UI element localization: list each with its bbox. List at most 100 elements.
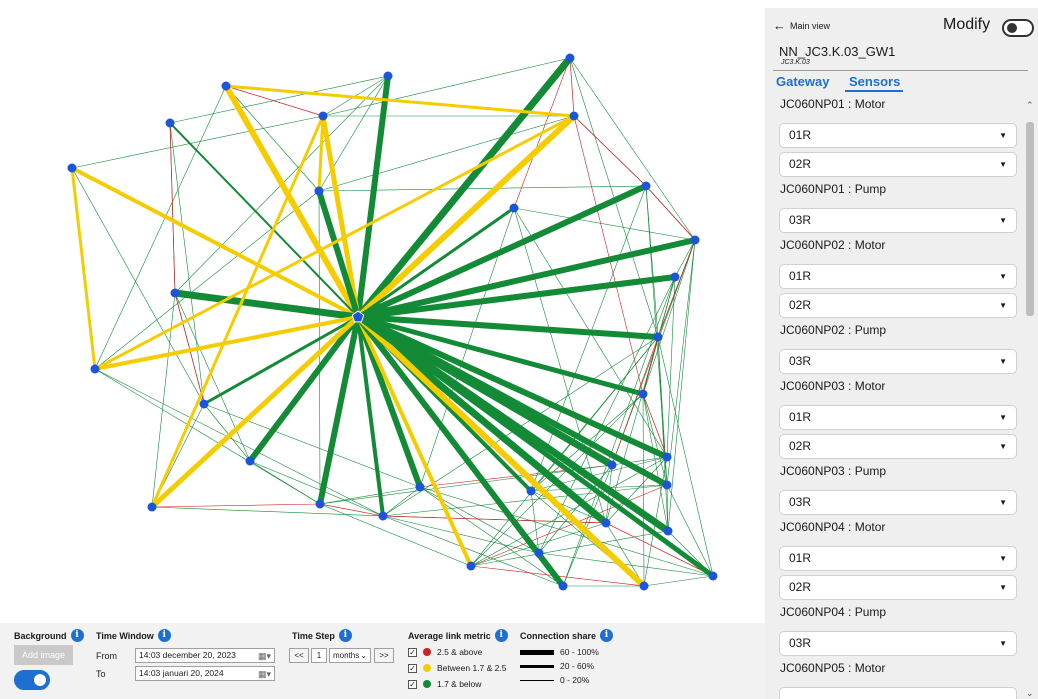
from-date-picker[interactable]: 14:03 december 20, 2023 ▦▾ (135, 648, 275, 663)
sensor-dropdown[interactable]: 03R ▼ (779, 490, 1017, 515)
sensor-node[interactable] (526, 486, 536, 496)
graph-link[interactable] (666, 484, 714, 577)
graph-link[interactable] (94, 315, 359, 371)
calendar-icon[interactable]: ▦▾ (258, 650, 272, 661)
sensor-node[interactable] (638, 389, 648, 399)
sensor-dropdown[interactable]: 03R ▼ (779, 349, 1017, 374)
graph-link[interactable] (70, 167, 97, 370)
graph-link[interactable] (318, 190, 321, 505)
graph-link[interactable] (573, 115, 647, 187)
sensor-dropdown[interactable]: 01R ▼ (779, 264, 1017, 289)
sensor-dropdown[interactable]: 02R ▼ (779, 575, 1017, 600)
graph-link[interactable] (249, 460, 321, 505)
sensor-node[interactable] (221, 81, 231, 91)
graph-link[interactable] (643, 575, 714, 587)
graph-link[interactable] (225, 84, 575, 118)
sensor-node[interactable] (378, 511, 388, 521)
add-image-button[interactable]: Add image (14, 645, 73, 665)
graph-link[interactable] (382, 486, 421, 517)
metric-checkbox[interactable]: ✓ (408, 663, 417, 673)
sensor-node[interactable] (641, 181, 651, 191)
info-icon[interactable]: i (70, 629, 84, 642)
graph-link[interactable] (169, 122, 205, 405)
sensor-node[interactable] (318, 111, 328, 121)
sensor-node[interactable] (534, 548, 544, 558)
sensor-node[interactable] (466, 561, 476, 571)
sensor-node[interactable] (662, 452, 672, 462)
metric-checkbox[interactable]: ✓ (408, 679, 417, 689)
sensor-node[interactable] (245, 456, 255, 466)
graph-link[interactable] (642, 393, 645, 587)
sensor-dropdown[interactable]: 01R ▼ (779, 405, 1017, 430)
scrollbar-thumb[interactable] (1026, 122, 1034, 316)
graph-link[interactable] (151, 503, 321, 508)
sensor-dropdown[interactable]: 03R ▼ (779, 208, 1017, 233)
back-to-main-view[interactable]: ← Main view (773, 18, 830, 33)
graph-link[interactable] (94, 368, 321, 505)
sensor-dropdown[interactable]: 02R ▼ (779, 434, 1017, 459)
sensor-node[interactable] (383, 71, 393, 81)
sensor-dropdown[interactable]: 01R ▼ (779, 546, 1017, 571)
graph-link[interactable] (318, 185, 647, 192)
sensor-node[interactable] (509, 203, 519, 213)
sensor-node[interactable] (653, 332, 663, 342)
graph-link[interactable] (657, 336, 669, 532)
step-unit-select[interactable]: months ⌄ (329, 648, 371, 663)
sensor-list-scrollbar[interactable]: ⌃ ⌄ (1024, 96, 1036, 699)
info-icon[interactable]: i (600, 629, 614, 642)
sensor-node[interactable] (569, 111, 579, 121)
graph-link[interactable] (642, 239, 696, 395)
sensor-node[interactable] (670, 272, 680, 282)
sensor-node[interactable] (662, 480, 672, 490)
sensor-dropdown[interactable]: 02R ▼ (779, 152, 1017, 177)
sensor-dropdown[interactable]: 03R ▼ (779, 631, 1017, 656)
sensor-node[interactable] (639, 581, 649, 591)
sensor-node[interactable] (147, 502, 157, 512)
step-next-button[interactable]: >> (374, 648, 394, 663)
sensor-node[interactable] (708, 571, 718, 581)
to-date-picker[interactable]: 14:03 januari 20, 2024 ▦▾ (135, 666, 275, 681)
graph-link[interactable] (174, 292, 251, 462)
graph-link[interactable] (645, 185, 696, 241)
graph-link[interactable] (569, 57, 575, 117)
sensor-node[interactable] (690, 235, 700, 245)
graph-link[interactable] (355, 113, 577, 320)
sensor-node[interactable] (601, 518, 611, 528)
step-value-input[interactable]: 1 (311, 648, 327, 663)
graph-link[interactable] (249, 460, 384, 517)
graph-link[interactable] (611, 239, 696, 466)
sensor-list[interactable]: JC060NP01 : Motor 01R ▼ 02R ▼ JC060NP01 : Pum… (775, 96, 1023, 699)
sensor-dropdown[interactable]: 01R ▼ (779, 123, 1017, 148)
modify-toggle[interactable] (1002, 19, 1034, 37)
tab-gateway[interactable]: Gateway (776, 74, 829, 89)
sensor-node[interactable] (607, 460, 617, 470)
sensor-node[interactable] (314, 186, 324, 196)
sensor-node[interactable] (170, 288, 180, 298)
sensor-dropdown[interactable]: 02R ▼ (779, 293, 1017, 318)
tab-sensors[interactable]: Sensors (849, 74, 900, 89)
network-graph-canvas[interactable] (0, 0, 765, 623)
sensor-node[interactable] (663, 526, 673, 536)
graph-link[interactable] (666, 276, 676, 458)
scroll-up-icon[interactable]: ⌃ (1026, 100, 1034, 111)
graph-link[interactable] (470, 484, 668, 567)
sensor-node[interactable] (90, 364, 100, 374)
graph-link[interactable] (169, 122, 176, 294)
background-toggle[interactable] (14, 670, 50, 690)
sensor-dropdown[interactable] (779, 687, 1017, 699)
graph-link[interactable] (203, 403, 421, 488)
scroll-down-icon[interactable]: ⌄ (1026, 688, 1034, 699)
sensor-node[interactable] (315, 499, 325, 509)
info-icon[interactable]: i (494, 629, 508, 642)
graph-link[interactable] (94, 368, 384, 517)
info-icon[interactable]: i (157, 629, 171, 642)
sensor-node[interactable] (67, 163, 77, 173)
step-prev-button[interactable]: << (289, 648, 309, 663)
graph-link[interactable] (356, 314, 715, 579)
metric-checkbox[interactable]: ✓ (408, 647, 417, 657)
calendar-icon[interactable]: ▦▾ (258, 668, 272, 679)
sensor-node[interactable] (199, 399, 209, 409)
network-graph[interactable] (0, 8, 765, 623)
sensor-node[interactable] (165, 118, 175, 128)
graph-link[interactable] (151, 506, 384, 517)
